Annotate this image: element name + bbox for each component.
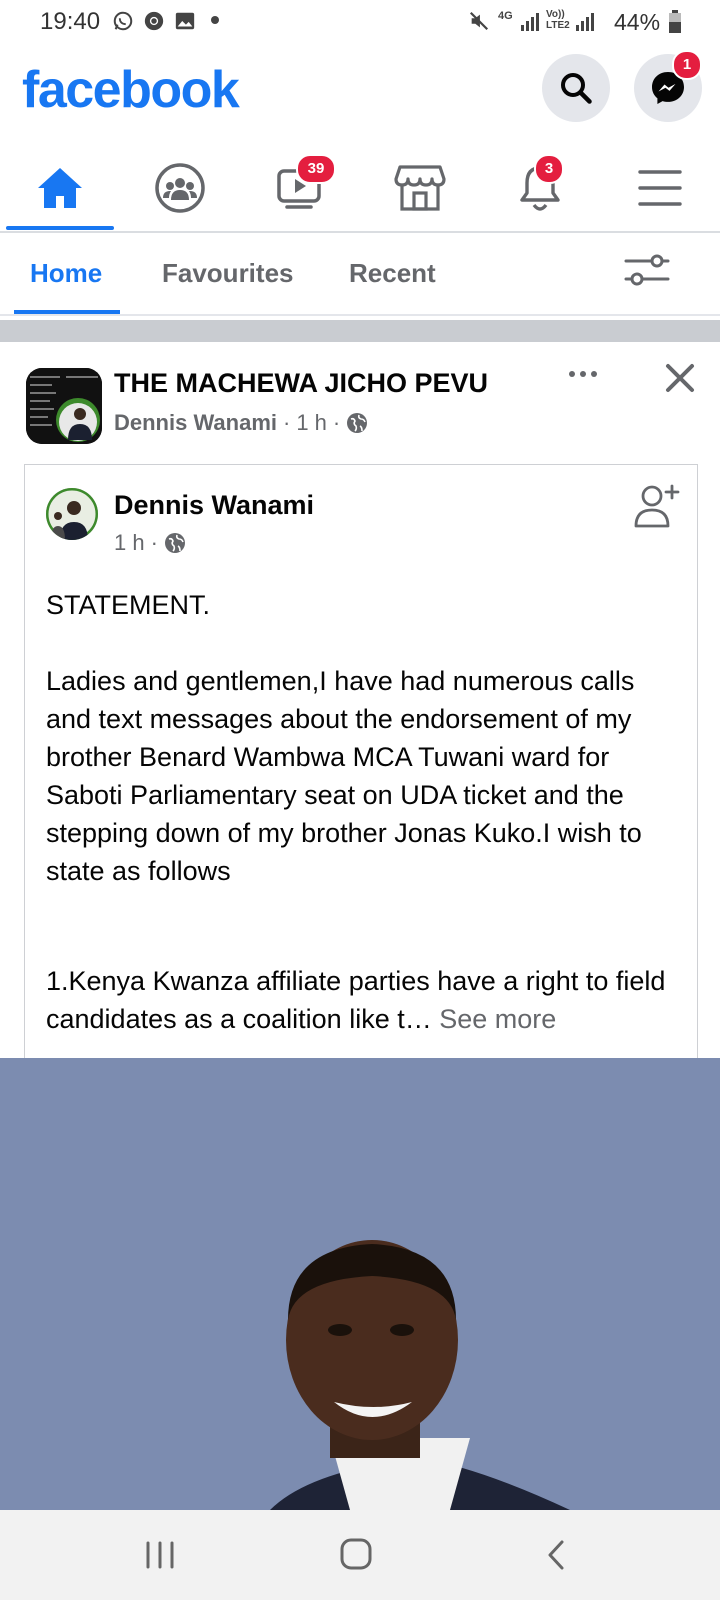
- battery-level: 44%: [614, 9, 661, 35]
- signal-icon: [521, 13, 539, 31]
- status-time: 19:40: [40, 8, 101, 35]
- group-avatar-image: [26, 368, 102, 444]
- post-text-paragraph: Ladies and gentlemen,I have had numerous…: [46, 666, 642, 886]
- filter-icon: [624, 254, 670, 286]
- signal-icon: [576, 13, 594, 31]
- tab-home[interactable]: [0, 148, 120, 228]
- nav-active-indicator: [6, 226, 114, 230]
- tab-notifications[interactable]: 3: [480, 148, 600, 228]
- tab-marketplace[interactable]: [360, 148, 480, 228]
- tab-watch[interactable]: 39: [240, 148, 360, 228]
- marketplace-icon: [394, 165, 446, 211]
- group-name[interactable]: THE MACHEWA JICHO PEVU: [114, 368, 488, 399]
- home-nav-button[interactable]: [338, 1536, 374, 1572]
- globe-icon: [347, 413, 368, 433]
- facebook-logo: facebook: [22, 61, 240, 119]
- chrome-icon: [144, 11, 164, 31]
- notifications-badge: 3: [534, 154, 564, 184]
- group-avatar[interactable]: [26, 368, 102, 444]
- back-button[interactable]: [540, 1538, 572, 1572]
- post-text-paragraph: 1.Kenya Kwanza affiliate parties have a …: [46, 962, 676, 1038]
- feed-separator: [0, 320, 720, 342]
- author-name[interactable]: Dennis Wanami: [114, 490, 314, 521]
- recent-apps-button[interactable]: [140, 1538, 180, 1572]
- search-button[interactable]: [542, 54, 610, 122]
- portrait-image: [0, 1058, 720, 1510]
- watch-badge: 39: [296, 154, 336, 184]
- system-nav-bar: [0, 1510, 720, 1600]
- feed-tab-favourites[interactable]: Favourites: [162, 258, 294, 289]
- recent-apps-icon: [146, 1541, 174, 1569]
- back-icon: [548, 1540, 564, 1570]
- search-icon: [561, 73, 592, 104]
- post-meta: Dennis Wanami · 1 h ·: [114, 410, 368, 436]
- divider: [0, 314, 720, 316]
- feed-filter-button[interactable]: [624, 252, 674, 292]
- author-avatar-image: [46, 488, 98, 540]
- author-avatar[interactable]: [46, 488, 98, 540]
- post-text-truncated: 1.Kenya Kwanza affiliate parties have a …: [46, 966, 666, 1034]
- meta-separator: ·: [332, 410, 341, 435]
- status-bar: 19:40 4G Vo)) LTE2 44%: [0, 0, 720, 44]
- home-nav-icon: [340, 1538, 372, 1570]
- gallery-icon: [175, 12, 195, 30]
- whatsapp-icon: [113, 11, 133, 31]
- poster-name[interactable]: Dennis Wanami: [114, 410, 277, 436]
- messenger-button[interactable]: 1: [634, 50, 702, 122]
- add-friend-icon: [634, 484, 680, 528]
- tab-groups[interactable]: [120, 148, 240, 228]
- add-friend-button[interactable]: [634, 482, 680, 528]
- mute-icon: [469, 11, 489, 31]
- battery-icon: [669, 10, 681, 33]
- tab-menu[interactable]: [600, 148, 720, 228]
- see-more-link[interactable]: See more: [439, 1004, 556, 1034]
- meta-separator: ·: [150, 530, 158, 555]
- close-icon: [666, 364, 694, 392]
- more-options-icon: [569, 371, 597, 377]
- divider: [0, 231, 720, 233]
- dot-icon: [211, 16, 219, 24]
- home-icon: [38, 168, 82, 208]
- author-meta: 1 h ·: [114, 530, 186, 556]
- groups-icon: [155, 163, 205, 213]
- post-text-heading: STATEMENT.: [46, 590, 211, 620]
- feed-tab-home[interactable]: Home: [30, 258, 102, 289]
- main-nav: 39 3: [0, 148, 720, 232]
- menu-icon: [638, 170, 682, 206]
- post-options-button[interactable]: [566, 360, 602, 388]
- feed-tab-recent[interactable]: Recent: [349, 258, 436, 289]
- hide-post-button[interactable]: [664, 362, 696, 394]
- shared-post-time[interactable]: 1 h: [114, 530, 145, 556]
- messenger-badge: 1: [672, 50, 702, 80]
- meta-separator: ·: [283, 410, 291, 435]
- post-photo[interactable]: [0, 1058, 720, 1510]
- network-type: 4G: [498, 10, 513, 22]
- network-type-2: Vo)) LTE2: [546, 9, 570, 31]
- post-time[interactable]: 1 h: [296, 410, 327, 436]
- globe-icon: [164, 533, 185, 553]
